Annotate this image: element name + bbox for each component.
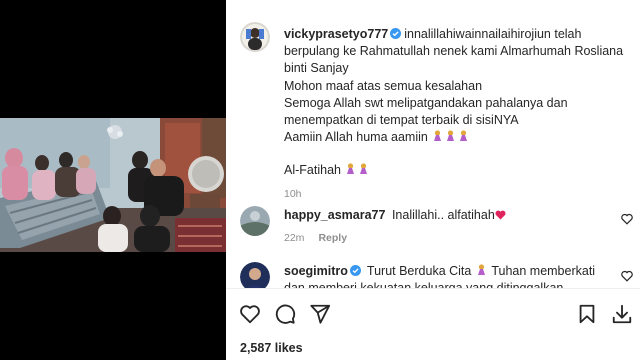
caption-line: Semoga Allah swt melipatgandakan pahalan… [284, 95, 568, 110]
post-timestamp[interactable]: 10h [284, 188, 634, 200]
praying-hands-emoji [477, 264, 485, 275]
download-icon[interactable] [611, 303, 633, 325]
caption-line: Mohon maaf atas semua kesalahan [284, 78, 483, 93]
comment-timestamp[interactable]: 22m [284, 232, 304, 244]
comment: soegimitro Turut Berduka Cita Tuhan membe… [284, 263, 595, 280]
caption-line: berpulang ke Rahmatullah nenek kami Alma… [284, 44, 624, 59]
bookmark-icon[interactable] [576, 303, 598, 325]
caption-first-line: vickyprasetyo777 innalillahiwainnailaihir… [284, 26, 634, 43]
likes-count[interactable]: 2,587 likes [240, 341, 303, 355]
praying-hands-emoji [434, 130, 442, 142]
comment-text: Tuhan memberkati [491, 264, 596, 278]
praying-hands-emoji [447, 130, 455, 142]
praying-hands-emoji [360, 163, 368, 175]
praying-hands-emoji [460, 130, 468, 142]
comment-like-heart-icon[interactable] [621, 270, 633, 282]
comment-text: Inalillahi.. alfatihah [391, 208, 495, 222]
heart-icon[interactable] [239, 303, 261, 325]
comment-text-continued: dan memberi kekuatan keluarga yang ditin… [284, 281, 564, 288]
comment-meta: 22m Reply [284, 232, 347, 244]
post-photo[interactable] [0, 118, 226, 252]
verified-badge-icon [349, 265, 361, 276]
caption-line: binti Sanjay [284, 61, 349, 76]
post-details-pane: vickyprasetyo777 innalillahiwainnailaihir… [226, 0, 640, 360]
reply-button[interactable]: Reply [318, 232, 347, 244]
caption-line-with-emoji: Aamiin Allah huma aamiin [284, 129, 634, 146]
praying-hands-emoji [347, 163, 355, 175]
post-action-bar: 2,587 likes [226, 288, 640, 360]
verified-badge-icon [390, 28, 402, 39]
comment-like-heart-icon[interactable] [621, 213, 633, 225]
caption-line: innalillahiwainnailaihirojiun telah [404, 27, 582, 41]
post-owner-avatar[interactable] [240, 22, 270, 52]
post-caption: vickyprasetyo777 innalillahiwainnailaihir… [284, 26, 634, 200]
caption-line: menempatkan di tempat terbaik di sisiNYA [284, 113, 519, 128]
caption-closing-line: Al-Fatihah [284, 162, 634, 179]
post-owner-username[interactable]: vickyprasetyo777 [284, 27, 388, 41]
caption-closing: Al-Fatihah [284, 163, 341, 178]
comment-text: Turut Berduka Cita [366, 264, 472, 278]
comments-scroll-area[interactable]: vickyprasetyo777 innalillahiwainnailaihir… [226, 0, 640, 288]
comment: happy_asmara77 Inalillahi.. alfatihah [284, 207, 506, 224]
comment-icon[interactable] [274, 303, 296, 325]
share-icon[interactable] [309, 303, 331, 325]
commenter-avatar[interactable] [240, 262, 270, 288]
red-heart-emoji [495, 210, 506, 220]
comment-username[interactable]: happy_asmara77 [284, 208, 385, 222]
caption-line: Aamiin Allah huma aamiin [284, 130, 428, 145]
comment-username[interactable]: soegimitro [284, 264, 348, 278]
post-media-pane [0, 0, 226, 360]
commenter-avatar[interactable] [240, 206, 270, 236]
